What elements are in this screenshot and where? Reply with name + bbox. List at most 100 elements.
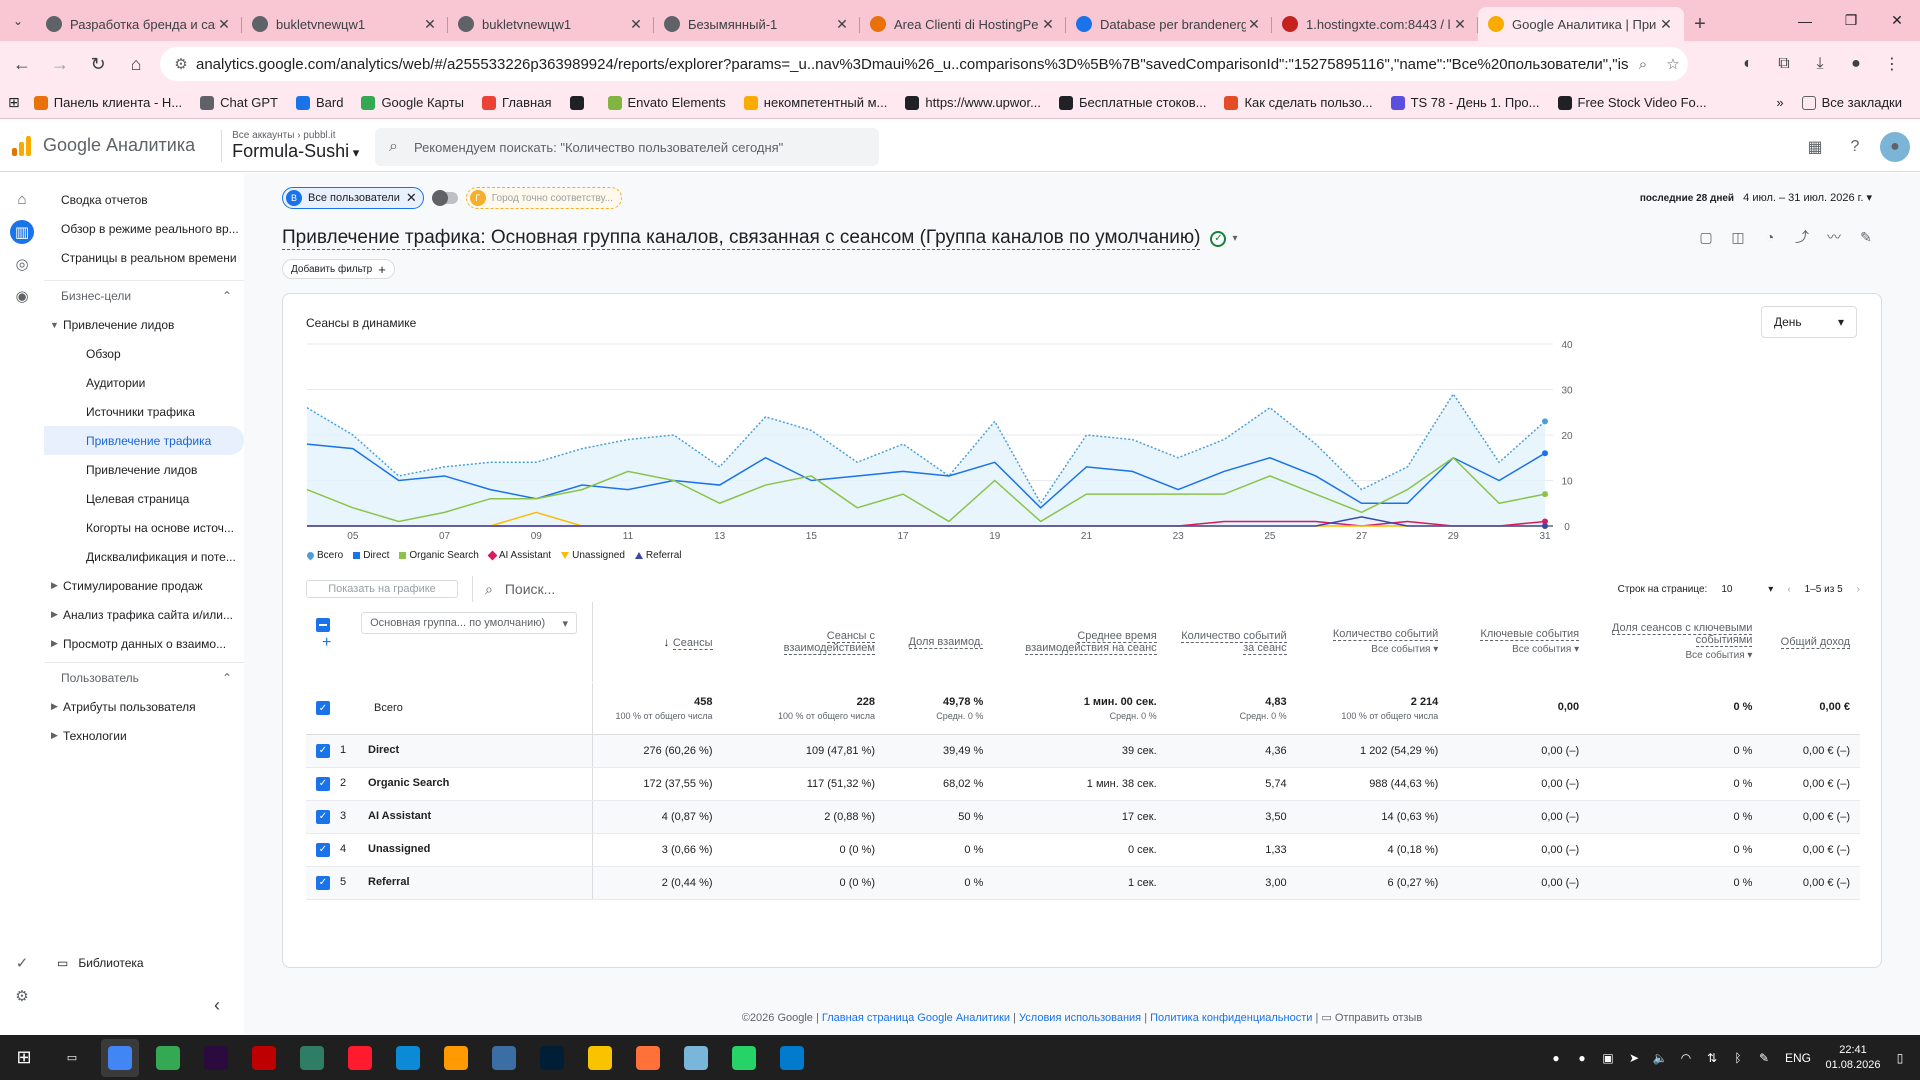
ga-logo[interactable]: Google Аналитика (12, 135, 195, 156)
whatsapp-tray-icon[interactable]: ● (1546, 1051, 1566, 1065)
row-checkbox[interactable]: ✓ (316, 776, 330, 791)
volume-icon[interactable]: 🔈 (1650, 1051, 1670, 1065)
url-text[interactable]: analytics.google.com/analytics/web/#/a25… (196, 56, 1628, 73)
back-button[interactable]: ← (6, 48, 38, 80)
browser-tab[interactable]: bukletvnewцw1 ✕ (448, 7, 654, 41)
browser-tab[interactable]: bukletvnewцw1 ✕ (242, 7, 448, 41)
clock[interactable]: 22:41 01.08.2026 (1822, 1043, 1884, 1073)
nav-item-leads-3[interactable]: Привлечение трафика (44, 426, 244, 455)
footer-link-privacy[interactable]: Политика конфиденциальности (1150, 1012, 1312, 1024)
legend-item[interactable]: AI Assistant (487, 550, 551, 561)
taskbar-app-edge[interactable] (389, 1039, 427, 1077)
taskbar-app-filezilla[interactable] (245, 1039, 283, 1077)
minimize-button[interactable]: — (1782, 0, 1828, 41)
show-on-chart-button[interactable]: Показать на графике (306, 580, 458, 598)
row-checkbox[interactable]: ✓ (316, 809, 330, 824)
check-circle-icon[interactable]: ✓ (1210, 230, 1227, 247)
comparison-chip-city[interactable]: Г Город точно соответству... (465, 187, 622, 209)
column-header[interactable]: Доля сеансов с ключевыми событиями Все со… (1589, 602, 1763, 683)
advertising-icon[interactable]: ◉ (10, 284, 34, 308)
nav-item-leads-1[interactable]: Аудитории (44, 368, 244, 397)
taskbar-app-chrome-2[interactable] (149, 1039, 187, 1077)
section-header-business[interactable]: Бизнес-цели ⌃ (44, 280, 244, 310)
table-row[interactable]: ✓ 2 Organic Search 172 (37,55 %) 117 (51,32 … (306, 767, 1860, 801)
table-row[interactable]: ✓ 3 AI Assistant 4 (0,87 %) 2 (0,88 %) 50 % 17… (306, 800, 1860, 834)
bookmark-item[interactable]: Bard (295, 95, 343, 110)
apps-grid-icon[interactable]: ▦ (1800, 132, 1830, 162)
tab-search-button[interactable]: ⌄ (0, 0, 36, 41)
close-tab-icon[interactable]: ✕ (216, 16, 232, 33)
table-row[interactable]: ✓ 4 Unassigned 3 (0,66 %) 0 (0 %) 0 % 0 сек. 1,… (306, 833, 1860, 867)
network-icon[interactable]: ⇅ (1702, 1051, 1722, 1065)
help-icon[interactable]: ? (1840, 132, 1870, 162)
column-header[interactable]: Ключевые события Все события ▾ (1448, 602, 1590, 683)
nav-item-leads-0[interactable]: Обзор (44, 339, 244, 368)
nav-group-1[interactable]: ▶ Анализ трафика сайта и/или... (44, 600, 244, 629)
taskbar-app-illustrator[interactable] (437, 1039, 475, 1077)
page-title-text[interactable]: Привлечение трафика: Основная группа кан… (282, 227, 1201, 250)
edit-comparison-icon[interactable]: ▢ (1696, 227, 1716, 247)
row-checkbox[interactable]: ✓ (316, 842, 330, 857)
nav-item-leads-4[interactable]: Привлечение лидов (44, 455, 244, 484)
bookmark-item[interactable]: Chat GPT (200, 95, 278, 110)
start-button[interactable]: ⊞ (5, 1039, 43, 1077)
nav-item-leads-7[interactable]: Дисквалификация и поте... (44, 542, 244, 571)
bookmark-item[interactable]: Envato Elements (607, 95, 726, 110)
trend-icon[interactable]: 〰 (1824, 227, 1844, 247)
bookmark-item[interactable] (569, 95, 590, 110)
column-header[interactable]: Количество событий за сеанс (1166, 602, 1297, 683)
taskbar-app-notepad[interactable] (677, 1039, 715, 1077)
reports-icon[interactable]: ▥ (10, 220, 34, 244)
close-window-button[interactable]: ✕ (1874, 0, 1920, 41)
legend-item[interactable]: Organic Search (399, 550, 479, 561)
nav-user-group-1[interactable]: ▶ Технологии (44, 721, 244, 750)
zoom-icon[interactable]: ⌕ (1628, 56, 1658, 73)
taskbar-app-calculator[interactable] (485, 1039, 523, 1077)
bookmark-item[interactable]: TS 78 - День 1. Про... (1390, 95, 1540, 110)
prev-page-icon[interactable]: ‹ (1787, 584, 1790, 595)
compare-icon[interactable]: ◫ (1728, 227, 1748, 247)
table-row[interactable]: ✓ 5 Referral 2 (0,44 %) 0 (0 %) 0 % 1 сек. 3,00… (306, 866, 1860, 900)
ga-search-input[interactable]: ⌕ Рекомендуем поискать: "Количество поль… (375, 128, 879, 166)
column-header[interactable]: ↓ Сеансы (592, 602, 723, 683)
table-row[interactable]: ✓ 1 Direct 276 (60,26 %) 109 (47,81 %) 39,49 … (306, 734, 1860, 768)
caret-down-icon[interactable]: ▾ (1232, 233, 1237, 244)
pen-icon[interactable]: ✎ (1754, 1051, 1774, 1065)
admin-check-icon[interactable]: ✓ (10, 951, 34, 975)
comparison-toggle[interactable] (431, 190, 458, 206)
apps-grid-icon[interactable]: ⊞ (8, 94, 20, 111)
nav-item-leads-5[interactable]: Целевая страница (44, 484, 244, 513)
legend-item[interactable]: Referral (634, 550, 681, 561)
task-view-icon[interactable]: ▭ (53, 1039, 91, 1077)
close-tab-icon[interactable]: ✕ (834, 16, 850, 33)
bluetooth-icon[interactable]: ᛒ (1728, 1051, 1748, 1065)
bookmark-item[interactable]: Google Карты (361, 95, 464, 110)
next-page-icon[interactable]: › (1857, 584, 1860, 595)
taskbar-app-explorer[interactable] (581, 1039, 619, 1077)
profile-avatar[interactable]: ● (1838, 48, 1874, 80)
comparison-chip-all-users[interactable]: В Все пользователи ✕ (282, 187, 424, 209)
browser-tab[interactable]: 1.hostingxte.com:8443 / l ✕ (1272, 7, 1478, 41)
line-chart[interactable]: 0 10 20 30 40 05 07 09 11 13 15 17 19 21 23 25 27 29 31 июл… (283, 334, 1883, 544)
taskbar-app-whatsapp[interactable] (725, 1039, 763, 1077)
new-tab-button[interactable]: + (1684, 7, 1716, 41)
sort-arrow-down-icon[interactable]: ↓ (664, 635, 673, 649)
legend-item[interactable]: Unassigned (561, 550, 625, 561)
home-button[interactable]: ⌂ (120, 48, 152, 80)
column-header[interactable]: Количество событий Все события ▾ (1296, 602, 1449, 683)
avatar[interactable]: ● (1880, 132, 1910, 162)
browser-tab[interactable]: Google Аналитика | При ✕ (1478, 7, 1684, 41)
nav-item-summary[interactable]: Сводка отчетов (44, 185, 244, 214)
bookmark-item[interactable]: Бесплатные стоков... (1058, 95, 1206, 110)
nav-item-realtime-pages[interactable]: Страницы в реальном времени (44, 243, 244, 272)
taskbar-app-opera[interactable] (341, 1039, 379, 1077)
reload-button[interactable]: ↻ (82, 48, 114, 80)
taskbar-app-terminal[interactable] (293, 1039, 331, 1077)
browser-tab[interactable]: Разработка бренда и сай ✕ (36, 7, 242, 41)
close-tab-icon[interactable]: ✕ (1246, 16, 1262, 33)
close-tab-icon[interactable]: ✕ (422, 16, 438, 33)
feedback-icon[interactable]: ▭ (1321, 1012, 1331, 1024)
nav-item-realtime-overview[interactable]: Обзор в режиме реального вр... (44, 214, 244, 243)
taskbar-app-vscode[interactable] (773, 1039, 811, 1077)
row-checkbox[interactable]: ✓ (316, 743, 330, 758)
